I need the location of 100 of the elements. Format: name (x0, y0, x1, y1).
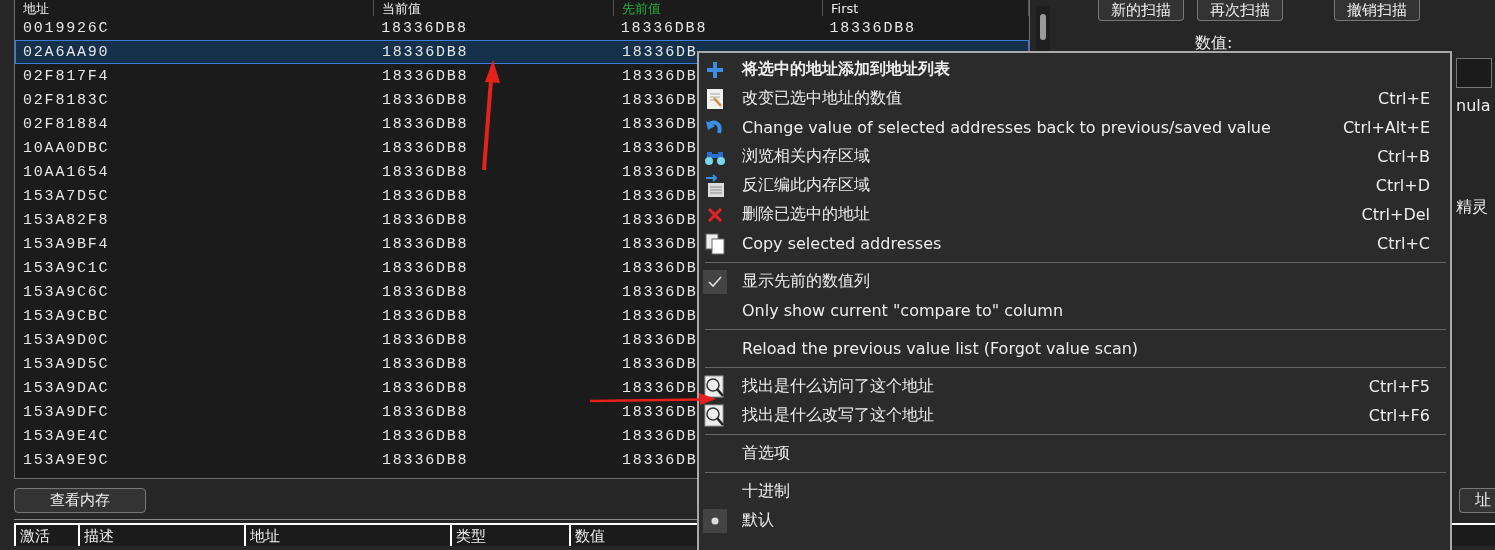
table-cell: 18336DB (622, 91, 698, 109)
menu-item[interactable]: Copy selected addresses Ctrl+C (699, 229, 1450, 258)
menu-item[interactable]: Change value of selected addresses back to previous/saved value Ctrl+Alt+E (699, 113, 1450, 142)
wizard-label: 精灵 (1456, 197, 1488, 218)
table-cell: 18336DB8 (382, 379, 469, 397)
table-cell: 18336DB (622, 163, 698, 181)
table-cell: 18336DB (622, 451, 698, 469)
check-icon (708, 275, 722, 288)
menu-item[interactable]: 显示先前的数值列 (699, 267, 1450, 296)
table-cell: 18336DB (622, 331, 698, 349)
table-cell: 10AA0DBC (23, 139, 110, 157)
table-cell: 18336DB (622, 259, 698, 277)
table-cell: 18336DB8 (382, 331, 469, 349)
table-cell: 153A9E4C (23, 427, 110, 445)
table-cell: 18336DB8 (382, 259, 469, 277)
document-pencil-icon (706, 87, 724, 110)
menu-item[interactable]: 首选项 (699, 439, 1450, 468)
table-cell: 18336DB8 (382, 235, 469, 253)
column-header[interactable]: 先前值 (622, 0, 661, 16)
table-cell: 18336DB (622, 211, 698, 229)
document-arrow-icon (705, 173, 725, 198)
table-cell: 18336DB (622, 67, 698, 85)
radio-dot-icon (711, 516, 719, 525)
menu-item[interactable]: 浏览相关内存区域 Ctrl+B (699, 142, 1450, 171)
address-button[interactable]: 址 (1459, 488, 1495, 513)
column-header[interactable]: 数值 (575, 526, 605, 545)
menu-item[interactable]: 删除已选中的地址 Ctrl+Del (699, 200, 1450, 229)
table-cell: 02F8183C (23, 91, 110, 109)
menu-item[interactable]: 改变已选中地址的数值 Ctrl+E (699, 84, 1450, 113)
table-cell: 18336DB (622, 139, 698, 157)
table-cell: 18336DB (622, 379, 698, 397)
table-cell: 18336DB (622, 187, 698, 205)
magnifier-document-icon (704, 403, 726, 428)
table-cell: 18336DB (622, 235, 698, 253)
menu-item[interactable]: 默认 (699, 506, 1450, 535)
magnifier-document-icon (704, 374, 726, 399)
table-cell: 153A9CBC (23, 307, 110, 325)
table-cell: 18336DB8 (382, 451, 469, 469)
table-cell: 18336DB8 (620, 19, 708, 37)
table-cell: 18336DB (622, 403, 698, 421)
table-cell: 18336DB8 (382, 307, 469, 325)
table-cell: 18336DB (622, 283, 698, 301)
table-cell: 18336DB8 (382, 211, 469, 229)
table-cell: 18336DB8 (382, 91, 469, 109)
table-cell: 18336DB8 (382, 67, 469, 85)
menu-item[interactable]: 十进制 (699, 477, 1450, 506)
table-cell: 18336DB8 (829, 19, 916, 37)
view-memory-button[interactable]: 查看内存 (14, 488, 146, 513)
table-cell: 153A7D5C (23, 187, 110, 205)
table-cell: 18336DB8 (382, 283, 469, 301)
table-cell: 10AA1654 (23, 163, 110, 181)
table-cell: 0019926C (23, 19, 110, 37)
menu-item[interactable]: Reload the previous value list (Forgot value scan) (699, 334, 1450, 363)
table-cell: 18336DB (622, 355, 698, 373)
value-input[interactable] (1456, 58, 1492, 88)
menu-item[interactable]: Only show current "compare to" column (699, 296, 1450, 325)
column-header[interactable]: 描述 (84, 526, 114, 545)
table-cell: 18336DB (622, 115, 698, 133)
plus-icon (706, 60, 724, 79)
table-cell: 18336DB (622, 307, 698, 325)
column-header[interactable]: 地址 (23, 0, 49, 16)
table-cell: 18336DB (622, 43, 698, 61)
copy-icon (705, 232, 725, 255)
table-cell: 153A9DAC (23, 379, 110, 397)
table-cell: 153A9DFC (23, 403, 110, 421)
table-row[interactable]: 0019926C 18336DB8 18336DB8 18336DB8 (15, 16, 1029, 40)
delete-icon (707, 206, 723, 223)
table-cell: 153A9C6C (23, 283, 110, 301)
table-cell: 153A9D5C (23, 355, 110, 373)
scan-button[interactable]: 撤销扫描 (1334, 0, 1420, 21)
value-label: 数值: (1195, 33, 1234, 54)
column-header[interactable]: 类型 (456, 526, 486, 545)
column-header[interactable]: 地址 (250, 526, 280, 545)
table-cell: 18336DB8 (382, 403, 469, 421)
column-header[interactable]: First (831, 0, 859, 16)
table-cell: 18336DB8 (382, 163, 469, 181)
table-cell: 18336DB8 (382, 43, 469, 61)
table-cell: 18336DB8 (382, 139, 469, 157)
table-cell: 18336DB8 (382, 115, 469, 133)
scan-button[interactable]: 新的扫描 (1098, 0, 1184, 21)
table-cell: 153A9E9C (23, 451, 110, 469)
table-cell: 18336DB8 (382, 187, 469, 205)
table-cell: 02A6AA90 (23, 43, 110, 61)
menu-item[interactable]: 找出是什么改写了这个地址 Ctrl+F6 (699, 401, 1450, 430)
table-cell: 153A9C1C (23, 259, 110, 277)
table-cell: 153A9BF4 (23, 235, 110, 253)
table-cell: 153A82F8 (23, 211, 110, 229)
column-header[interactable]: 激活 (20, 526, 50, 545)
table-cell: 153A9D0C (23, 331, 110, 349)
table-cell: 18336DB8 (382, 355, 469, 373)
scan-button[interactable]: 再次扫描 (1197, 0, 1283, 21)
table-cell: 18336DB8 (381, 19, 468, 37)
table-cell: 18336DB8 (382, 427, 469, 445)
table-cell: 02F817F4 (23, 67, 110, 85)
column-header[interactable]: 当前值 (382, 0, 421, 16)
table-cell: 02F81884 (23, 115, 110, 133)
menu-item[interactable]: 反汇编此内存区域 Ctrl+D (699, 171, 1450, 200)
formula-label: nula (1456, 96, 1491, 115)
menu-item[interactable]: 找出是什么访问了这个地址 Ctrl+F5 (699, 372, 1450, 401)
table-cell: 18336DB (622, 427, 698, 445)
